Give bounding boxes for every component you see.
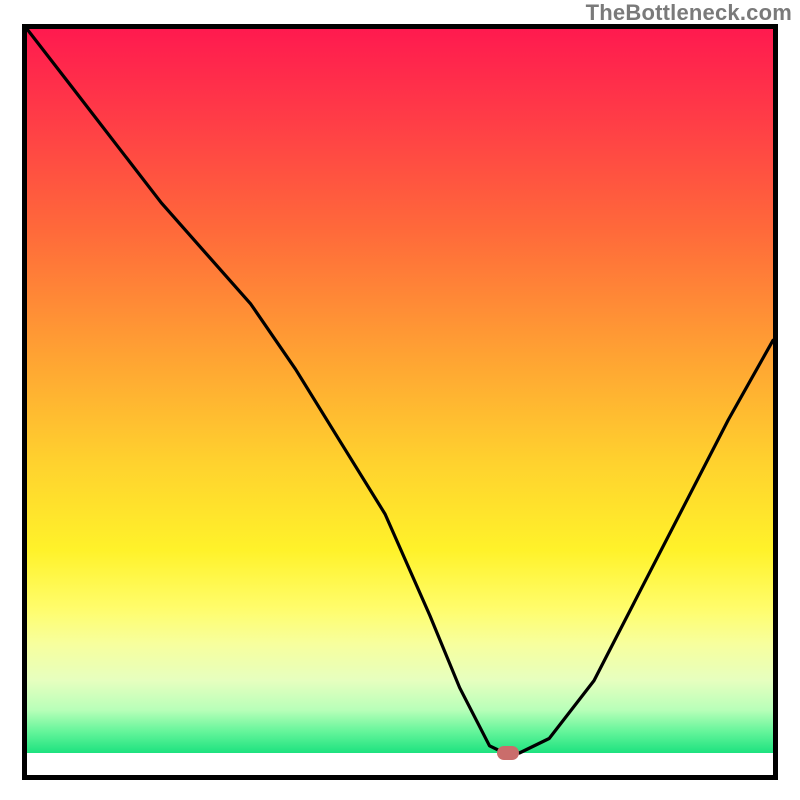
minimum-marker bbox=[497, 746, 519, 760]
chart-frame bbox=[22, 24, 778, 780]
bottleneck-curve bbox=[27, 29, 773, 753]
chart-curve-layer bbox=[27, 29, 773, 775]
watermark-text: TheBottleneck.com bbox=[586, 0, 792, 26]
page-root: TheBottleneck.com bbox=[0, 0, 800, 800]
